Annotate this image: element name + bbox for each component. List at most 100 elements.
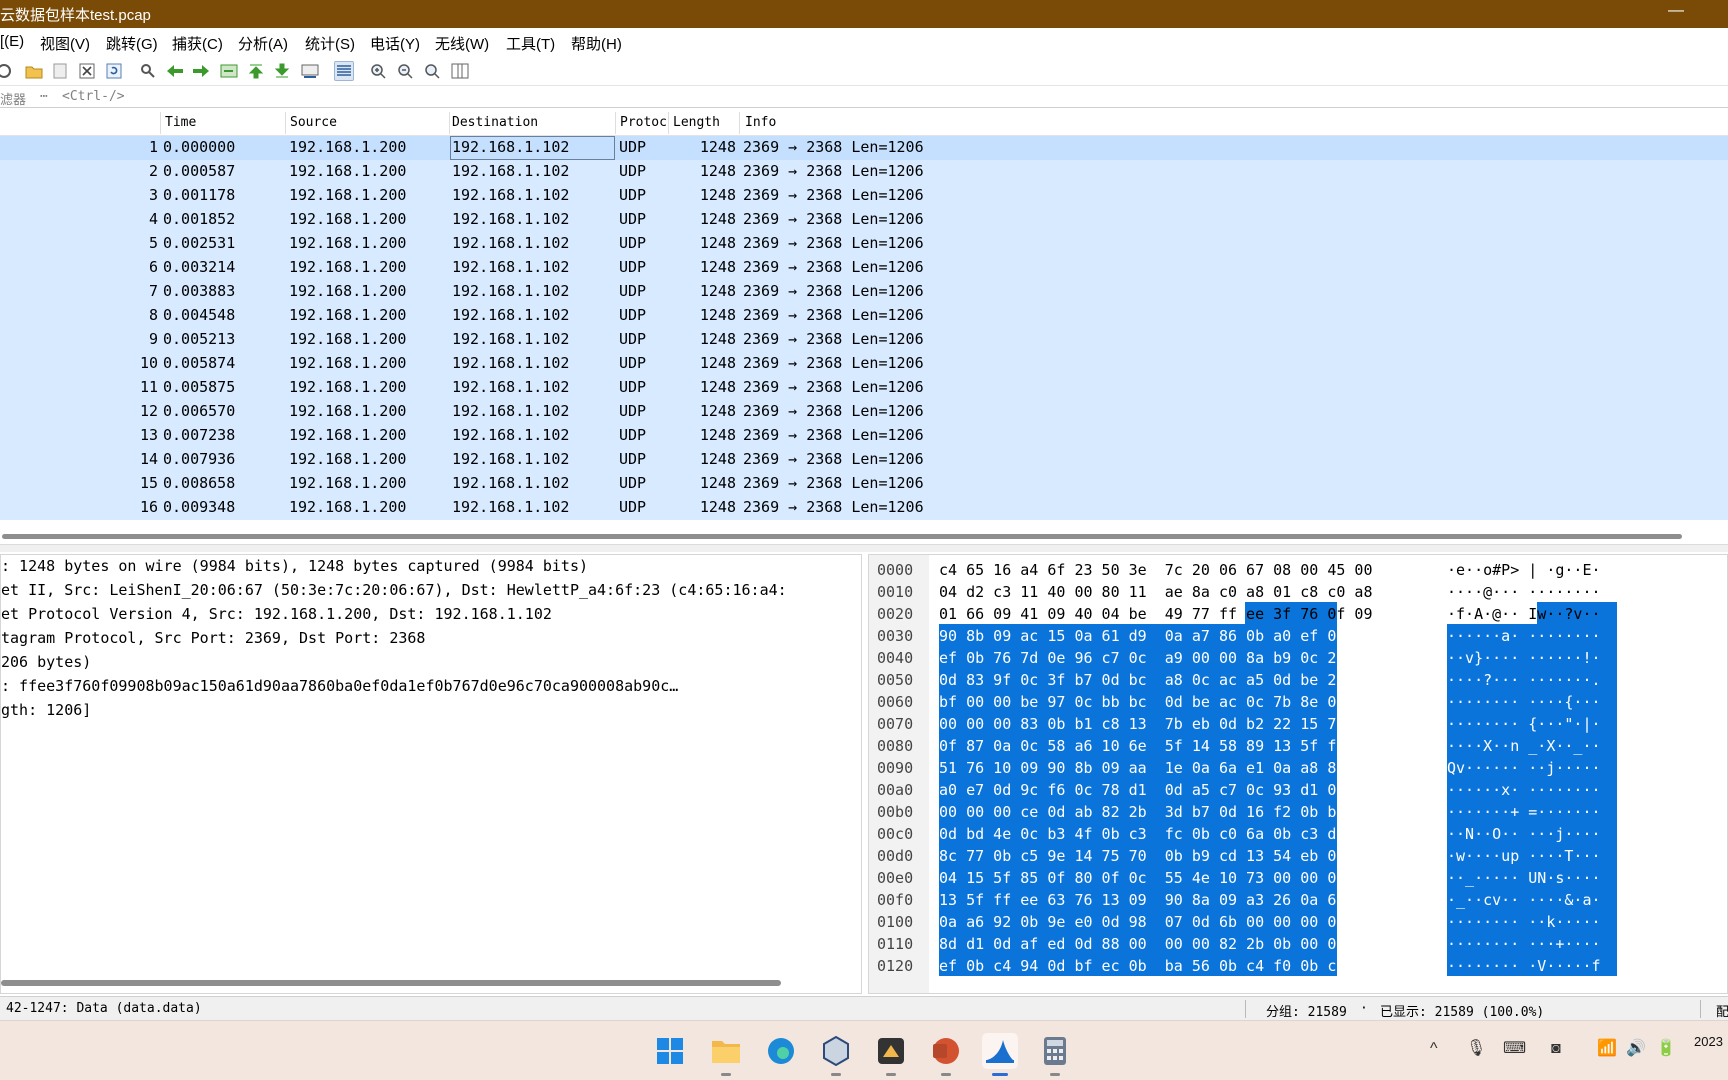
packet-row[interactable]: 16 0.009348 192.168.1.200 192.168.1.102 UDP 1… <box>0 496 1728 520</box>
menu-capture[interactable]: 捕获(C) <box>172 33 223 54</box>
hex-bytes[interactable]: 90 8b 09 ac 15 0a 61 d9 0a a7 86 0b a0 e… <box>939 627 1372 645</box>
detail-udp[interactable]: tagram Protocol, Src Port: 2369, Dst Por… <box>1 629 425 653</box>
filter-bookmark-button[interactable]: ⋯ <box>40 89 48 104</box>
menu-view[interactable]: 视图(V) <box>40 33 90 54</box>
hex-bytes[interactable]: 04 15 5f 85 0f 80 0f 0c 55 4e 10 73 00 0… <box>939 869 1372 887</box>
packet-row[interactable]: 9 0.005213 192.168.1.200 192.168.1.102 UDP 12… <box>0 328 1728 352</box>
detail-data[interactable]: 206 bytes) <box>1 653 91 677</box>
find-icon[interactable] <box>138 61 158 81</box>
ascii-bytes[interactable]: ·f·A·@·· Iw··?v·· <box>1447 605 1601 623</box>
ascii-bytes[interactable]: ······a· ········ <box>1447 627 1601 645</box>
windows-start-icon[interactable] <box>652 1033 688 1069</box>
record-icon[interactable] <box>0 61 14 81</box>
ascii-bytes[interactable]: ········ ·V·····f <box>1447 957 1601 975</box>
column-separator[interactable] <box>285 112 286 134</box>
ascii-bytes[interactable]: ·_··cv·· ····&·a· <box>1447 891 1601 909</box>
hex-bytes[interactable]: 04 d2 c3 11 40 00 80 11 ae 8a c0 a8 01 c… <box>939 583 1372 601</box>
menu-tools[interactable]: 工具(T) <box>506 33 555 54</box>
close-icon[interactable] <box>77 61 97 81</box>
filter-input[interactable]: <Ctrl-/> <box>62 89 125 104</box>
hex-bytes[interactable]: ef 0b 76 7d 0e 96 c7 0c a9 00 00 8a b9 0… <box>939 649 1372 667</box>
packet-row[interactable]: 4 0.001852 192.168.1.200 192.168.1.102 UDP 12… <box>0 208 1728 232</box>
packet-row[interactable]: 3 0.001178 192.168.1.200 192.168.1.102 UDP 12… <box>0 184 1728 208</box>
hex-bytes[interactable]: 00 00 00 ce 0d ab 82 2b 3d b7 0d 16 f2 0… <box>939 803 1372 821</box>
open-icon[interactable] <box>24 61 44 81</box>
first-icon[interactable] <box>246 61 266 81</box>
menu-help[interactable]: 帮助(H) <box>571 33 622 54</box>
ascii-bytes[interactable]: ··v}···· ······!· <box>1447 649 1601 667</box>
ascii-bytes[interactable]: ··_····· UN·s···· <box>1447 869 1601 887</box>
ascii-bytes[interactable]: ····?··· ·······. <box>1447 671 1601 689</box>
resize-columns-icon[interactable] <box>450 61 470 81</box>
last-icon[interactable] <box>272 61 292 81</box>
ascii-bytes[interactable]: ····@··· ········ <box>1447 583 1601 601</box>
column-separator[interactable] <box>615 112 616 134</box>
powerpoint-icon[interactable] <box>928 1033 964 1076</box>
column-separator[interactable] <box>668 112 669 134</box>
column-length[interactable]: Length <box>673 115 720 130</box>
packet-row[interactable]: 5 0.002531 192.168.1.200 192.168.1.102 UDP 12… <box>0 232 1728 256</box>
colorize-icon[interactable] <box>334 61 354 81</box>
autoscroll-icon[interactable] <box>300 61 320 81</box>
packet-row[interactable]: 10 0.005874 192.168.1.200 192.168.1.102 UDP 1… <box>0 352 1728 376</box>
zoom-in-icon[interactable] <box>368 61 388 81</box>
terminal-app-icon[interactable] <box>873 1033 909 1076</box>
packet-row[interactable]: 8 0.004548 192.168.1.200 192.168.1.102 UDP 12… <box>0 304 1728 328</box>
battery-icon[interactable]: 🔋 <box>1656 1041 1676 1057</box>
menu-telephony[interactable]: 电话(Y) <box>370 33 420 54</box>
microphone-icon[interactable]: 🎙 <box>1466 1041 1486 1057</box>
detail-ethernet[interactable]: et II, Src: LeiShenI_20:06:67 (50:3e:7c:… <box>1 581 787 605</box>
packet-row[interactable]: 12 0.006570 192.168.1.200 192.168.1.102 UDP 1… <box>0 400 1728 424</box>
input-method-icon[interactable]: ⌨ <box>1503 1041 1526 1057</box>
packet-details-pane[interactable]: : 1248 bytes on wire (9984 bits), 1248 b… <box>0 554 862 994</box>
hex-bytes[interactable]: 13 5f ff ee 63 76 13 09 90 8a 09 a3 26 0… <box>939 891 1372 909</box>
hex-bytes[interactable]: 8d d1 0d af ed 0d 88 00 00 00 82 2b 0b 0… <box>939 935 1372 953</box>
packet-row[interactable]: 2 0.000587 192.168.1.200 192.168.1.102 UDP 12… <box>0 160 1728 184</box>
packet-row[interactable]: 1 0.000000 192.168.1.200 192.168.1.102 UDP 12… <box>0 136 1728 160</box>
edge-browser-icon[interactable] <box>763 1033 799 1069</box>
zoom-out-icon[interactable] <box>395 61 415 81</box>
hex-bytes[interactable]: 00 00 00 83 0b b1 c8 13 7b eb 0d b2 22 1… <box>939 715 1372 733</box>
menu-wireless[interactable]: 无线(W) <box>435 33 489 54</box>
ascii-bytes[interactable]: ··N··O·· ···j···· <box>1447 825 1601 843</box>
column-protocol[interactable]: Protoc <box>620 115 672 130</box>
goto-icon[interactable] <box>219 61 239 81</box>
hex-bytes[interactable]: 51 76 10 09 90 8b 09 aa 1e 0a 6a e1 0a a… <box>939 759 1372 777</box>
column-info[interactable]: Info <box>745 115 776 130</box>
packet-row[interactable]: 14 0.007936 192.168.1.200 192.168.1.102 UDP 1… <box>0 448 1728 472</box>
column-separator[interactable] <box>449 112 450 134</box>
detail-ipv4[interactable]: et Protocol Version 4, Src: 192.168.1.20… <box>1 605 552 629</box>
details-scrollbar-thumb[interactable] <box>1 980 781 986</box>
packet-bytes-pane[interactable]: 0000 c4 65 16 a4 6f 23 50 3e 7c 20 06 67 … <box>868 554 1728 994</box>
hex-bytes[interactable]: 8c 77 0b c5 9e 14 75 70 0b b9 cd 13 54 e… <box>939 847 1372 865</box>
hex-bytes[interactable]: c4 65 16 a4 6f 23 50 3e 7c 20 06 67 08 0… <box>939 561 1372 579</box>
hex-bytes[interactable]: 0d bd 4e 0c b3 4f 0b c3 fc 0b c0 6a 0b c… <box>939 825 1372 843</box>
clock-year[interactable]: 2023 <box>1694 1034 1723 1049</box>
packet-list-scrollbar[interactable] <box>0 532 1728 540</box>
hex-bytes[interactable]: ef 0b c4 94 0d bf ec 0b ba 56 0b c4 f0 0… <box>939 957 1372 975</box>
ascii-bytes[interactable]: ········ ····{··· <box>1447 693 1601 711</box>
menu-statistics[interactable]: 统计(S) <box>305 33 355 54</box>
packet-list[interactable]: 1 0.000000 192.168.1.200 192.168.1.102 UDP 12… <box>0 136 1728 528</box>
detail-frame[interactable]: : 1248 bytes on wire (9984 bits), 1248 b… <box>1 557 588 581</box>
display-filter-bar[interactable]: 滤器 ⋯ <Ctrl-/> <box>0 86 1728 108</box>
wireshark-icon[interactable] <box>982 1033 1018 1076</box>
ascii-bytes[interactable]: Qv······ ··j····· <box>1447 759 1601 777</box>
wifi-icon[interactable]: 📶 <box>1597 1041 1617 1057</box>
packet-row[interactable]: 13 0.007238 192.168.1.200 192.168.1.102 UDP 1… <box>0 424 1728 448</box>
packet-row[interactable]: 15 0.008658 192.168.1.200 192.168.1.102 UDP 1… <box>0 472 1728 496</box>
column-time[interactable]: Time <box>165 115 196 130</box>
detail-data-length[interactable]: gth: 1206] <box>1 701 91 725</box>
menu-analyze[interactable]: 分析(A) <box>238 33 288 54</box>
back-icon[interactable] <box>165 61 185 81</box>
calculator-icon[interactable] <box>1037 1033 1073 1076</box>
column-source[interactable]: Source <box>290 115 337 130</box>
column-separator[interactable] <box>160 112 161 134</box>
tray-overflow-icon[interactable]: ^ <box>1430 1041 1438 1057</box>
packet-row[interactable]: 7 0.003883 192.168.1.200 192.168.1.102 UDP 12… <box>0 280 1728 304</box>
hex-bytes[interactable]: a0 e7 0d 9c f6 0c 78 d1 0d a5 c7 0c 93 d… <box>939 781 1372 799</box>
ascii-bytes[interactable]: ·······+ =······· <box>1447 803 1601 821</box>
hex-bytes[interactable]: 01 66 09 41 09 40 04 be 49 77 ff ee 3f 7… <box>939 605 1372 623</box>
volume-icon[interactable]: 🔊 <box>1626 1041 1646 1057</box>
menu-go[interactable]: 跳转(G) <box>106 33 158 54</box>
